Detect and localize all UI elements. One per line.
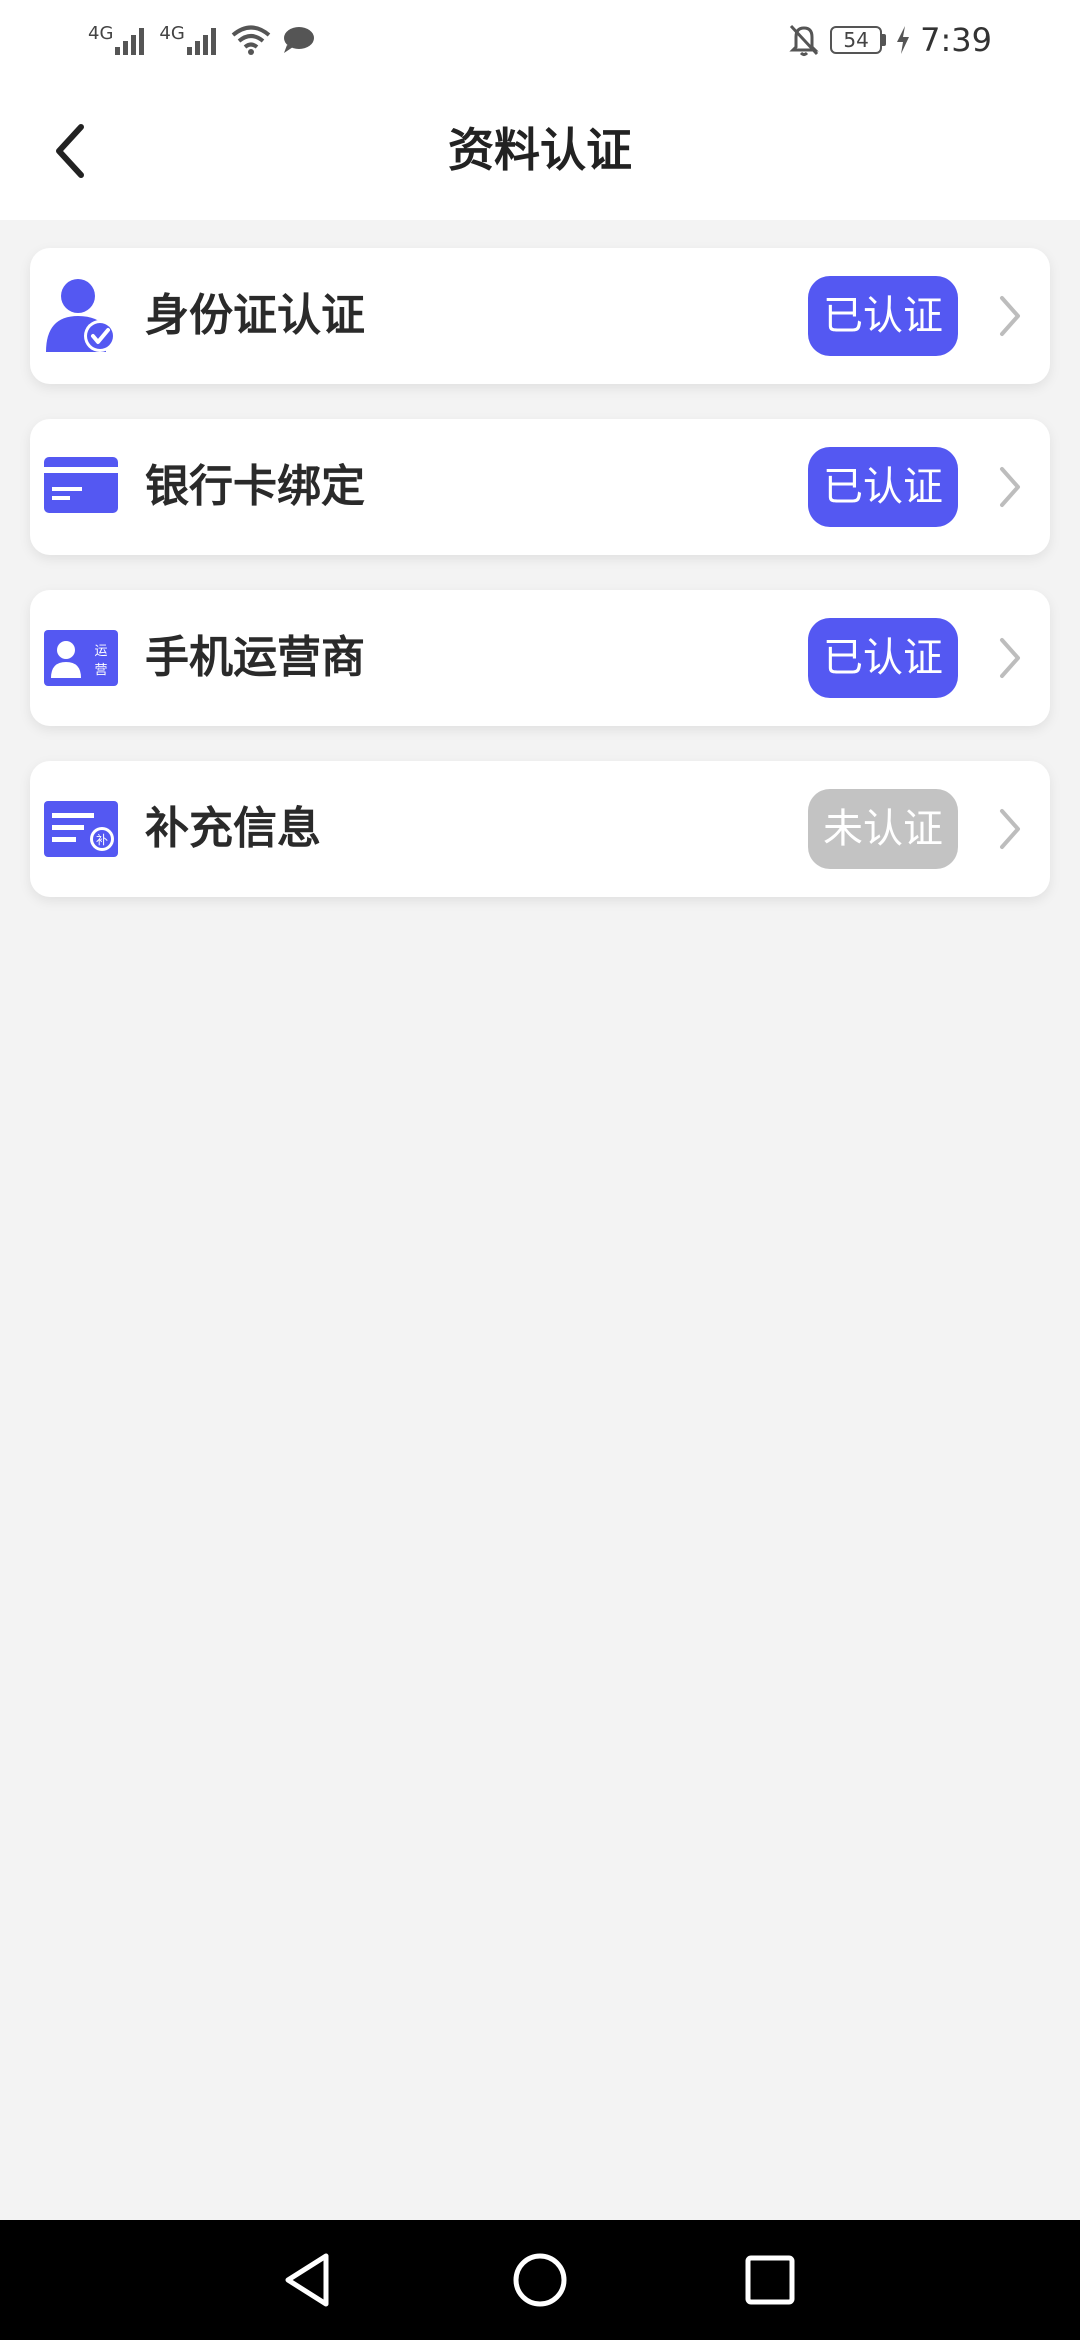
wifi-icon [231,25,271,55]
item-label: 银行卡绑定 [145,461,365,512]
status-badge: 未认证 [808,789,958,869]
carrier-card-icon: 运 营 [44,630,118,686]
supplement-icon-text: 补 [96,833,108,847]
network-2-label: 4G [159,23,185,44]
page-title: 资料认证 [448,123,632,177]
network-2: 4G [159,25,220,55]
battery-icon: 54 [830,26,887,54]
list-item-id-card[interactable]: 身份证认证 已认证 [30,248,1050,384]
status-left: 4G 4G [88,18,315,62]
message-icon [283,27,314,53]
item-label: 手机运营商 [145,632,365,683]
supplement-info-icon: 补 [44,801,118,857]
status-badge: 已认证 [808,618,958,698]
signal-icon [115,28,145,55]
bank-card-icon [44,457,118,513]
carrier-icon-text-1: 运 [94,644,107,659]
system-nav-bar [0,2220,1080,2340]
header: 资料认证 [0,80,1080,220]
chevron-right-icon [1000,809,1020,849]
chevron-right-icon [1000,638,1020,678]
certification-list: 身份证认证 已认证 银行卡绑定 已认证 运 营 手机运营商 已认证 补 补充信息… [30,248,1050,932]
carrier-icon-text-2: 营 [94,663,107,678]
nav-recents-icon[interactable] [740,2250,800,2310]
status-bar: 4G 4G 54 7:39 [0,0,1080,80]
nav-home-icon[interactable] [510,2250,570,2310]
list-item-bank-card[interactable]: 银行卡绑定 已认证 [30,419,1050,555]
bell-off-icon [789,24,819,56]
signal-icon [186,28,216,55]
list-item-supplement-info[interactable]: 补 补充信息 未认证 [30,761,1050,897]
id-person-icon [46,279,116,352]
status-right: 54 7:39 [788,18,992,62]
nav-back-icon[interactable] [280,2250,340,2310]
network-1: 4G [88,25,149,55]
charging-icon [897,26,910,54]
chevron-right-icon [1000,467,1020,507]
list-item-mobile-carrier[interactable]: 运 营 手机运营商 已认证 [30,590,1050,726]
status-badge: 已认证 [808,276,958,356]
network-1-label: 4G [88,23,114,44]
status-badge: 已认证 [808,447,958,527]
item-label: 身份证认证 [145,290,365,341]
status-time: 7:39 [920,21,992,59]
battery-level: 54 [830,26,883,54]
chevron-right-icon [1000,296,1020,336]
item-label: 补充信息 [145,803,321,854]
